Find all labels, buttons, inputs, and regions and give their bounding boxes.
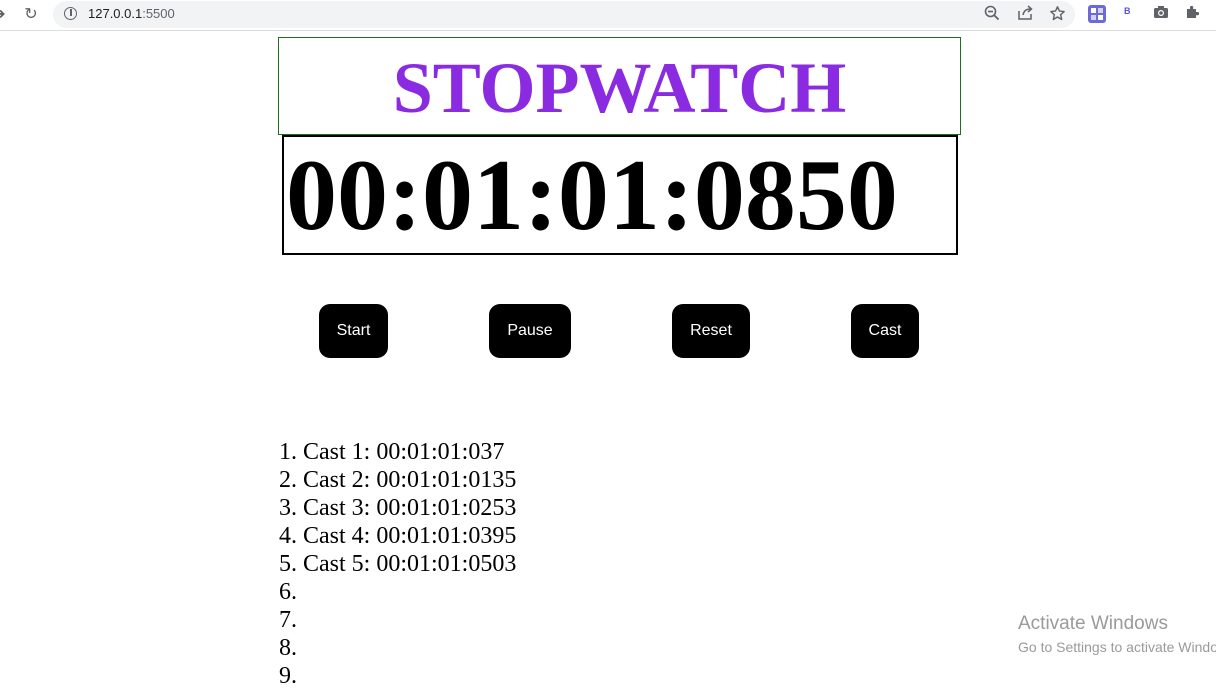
pause-button[interactable]: Pause bbox=[489, 304, 571, 358]
list-item: 6. bbox=[279, 579, 297, 605]
page-title: STOPWATCH bbox=[392, 48, 847, 128]
camera-icon[interactable] bbox=[1151, 4, 1171, 24]
url-port: :5500 bbox=[142, 6, 175, 21]
list-item: 9. bbox=[279, 663, 297, 689]
list-item: 1. Cast 1: 00:01:01:037 bbox=[279, 439, 505, 465]
site-info-icon[interactable] bbox=[64, 7, 77, 20]
list-item: 8. bbox=[279, 635, 297, 661]
reload-icon[interactable]: ↻ bbox=[20, 4, 42, 26]
time-display-panel: 00:01:01:0850 bbox=[282, 135, 958, 255]
extensions-puzzle-icon[interactable] bbox=[1183, 4, 1203, 24]
browser-toolbar: ➔ ↻ 127.0.0.1:5500 B bbox=[0, 0, 1216, 31]
time-display: 00:01:01:0850 bbox=[286, 139, 898, 252]
watermark-subtitle: Go to Settings to activate Windows. bbox=[1018, 639, 1216, 655]
cast-list: 1. Cast 1: 00:01:01:037 2. Cast 2: 00:01… bbox=[279, 438, 516, 690]
zoom-icon[interactable] bbox=[982, 5, 1002, 25]
bookmark-star-icon[interactable] bbox=[1047, 5, 1067, 25]
list-item: 2. Cast 2: 00:01:01:0135 bbox=[279, 467, 517, 493]
url-text[interactable]: 127.0.0.1:5500 bbox=[88, 6, 175, 21]
list-item: 7. bbox=[279, 607, 297, 633]
activation-watermark: Activate Windows Go to Settings to activ… bbox=[1018, 613, 1216, 657]
list-item: 5. Cast 5: 00:01:01:0503 bbox=[279, 551, 517, 577]
address-bar[interactable]: 127.0.0.1:5500 bbox=[53, 1, 1075, 28]
cast-button[interactable]: Cast bbox=[851, 304, 919, 358]
forward-icon[interactable]: ➔ bbox=[0, 4, 10, 26]
list-item: 3. Cast 3: 00:01:01:0253 bbox=[279, 495, 517, 521]
url-host: 127.0.0.1 bbox=[88, 6, 143, 21]
watermark-title: Activate Windows bbox=[1018, 613, 1168, 634]
share-icon[interactable] bbox=[1015, 5, 1035, 25]
reset-button[interactable]: Reset bbox=[672, 304, 750, 358]
list-item: 4. Cast 4: 00:01:01:0395 bbox=[279, 523, 517, 549]
extension-b-icon[interactable]: B bbox=[1124, 6, 1131, 16]
start-button[interactable]: Start bbox=[319, 304, 388, 358]
title-panel: STOPWATCH bbox=[278, 37, 961, 135]
extension-icon[interactable] bbox=[1088, 5, 1106, 23]
